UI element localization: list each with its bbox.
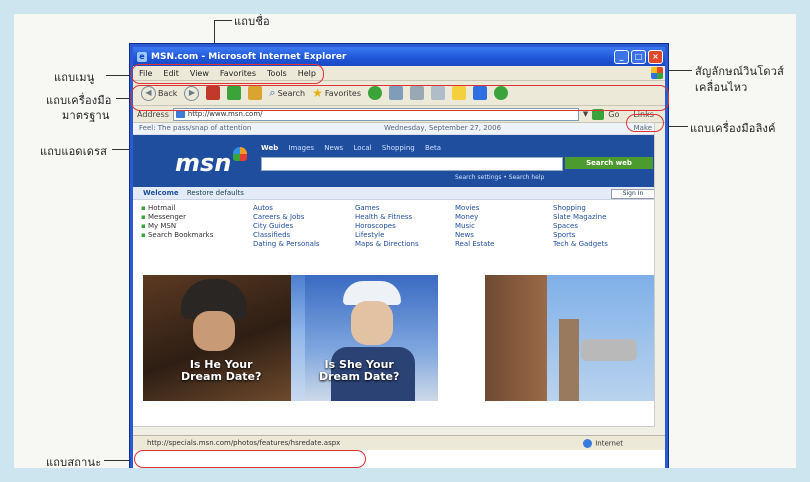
welcome-bar: Welcome Restore defaults Sign In [133, 187, 665, 200]
link-music[interactable]: Music [455, 222, 494, 231]
vertical-scrollbar[interactable] [654, 123, 665, 435]
car-shape [581, 339, 637, 361]
tab-beta[interactable]: Beta [425, 144, 441, 152]
dating-banner[interactable]: Is He Your Dream Date? Is She Your Dream… [143, 275, 438, 401]
callout-title-bar: แถบชื่อ [234, 15, 270, 28]
status-url: http://specials.msn.com/photos/features/… [147, 439, 341, 447]
link-autos[interactable]: Autos [253, 204, 320, 213]
highlight-status-bar [134, 450, 366, 468]
zone-label: Internet [595, 439, 623, 447]
callout-status-bar: แถบสถานะ [46, 456, 102, 469]
link-dating[interactable]: Dating & Personals [253, 240, 320, 249]
channel-column-2: Games Health & Fitness Horoscopes Lifest… [355, 204, 419, 249]
link-my-msn[interactable]: My MSN [141, 222, 213, 231]
minimize-button[interactable]: _ [614, 49, 629, 64]
highlight-standard-toolbar [131, 85, 669, 111]
tab-images[interactable]: Images [288, 144, 314, 152]
search-settings-links[interactable]: Search settings • Search help [455, 174, 544, 181]
msn-info-bar: Feel: The pass/snap of attention Wednesd… [133, 123, 665, 135]
link-spaces[interactable]: Spaces [553, 222, 608, 231]
channel-links: Hotmail Messenger My MSN Search Bookmark… [133, 200, 665, 262]
link-classifieds[interactable]: Classifieds [253, 231, 320, 240]
windows-flag-icon [651, 67, 663, 79]
link-health[interactable]: Health & Fitness [355, 213, 419, 222]
face-shape [351, 301, 393, 345]
city-car-banner[interactable] [485, 275, 657, 401]
callout-line-links [666, 126, 688, 127]
callout-line-title [214, 20, 232, 21]
restore-defaults-link[interactable]: Restore defaults [187, 189, 244, 197]
highlight-menu-bar [131, 64, 324, 84]
close-button[interactable]: × [648, 49, 663, 64]
security-zone: Internet [583, 438, 623, 448]
banner-text-he-line2: Dream Date? [181, 370, 262, 383]
callout-menu-bar: แถบเมนู [54, 71, 95, 84]
channel-column-3: Movies Money Music News Real Estate [455, 204, 494, 249]
callout-line-winlogo [664, 70, 692, 71]
link-careers[interactable]: Careers & Jobs [253, 213, 320, 222]
link-sports[interactable]: Sports [553, 231, 608, 240]
tab-web[interactable]: Web [261, 144, 278, 152]
link-slate[interactable]: Slate Magazine [553, 213, 608, 222]
msn-header: msn Web Images News Local Shopping Beta … [133, 135, 665, 187]
link-games[interactable]: Games [355, 204, 419, 213]
banner-text-she: Is She Your Dream Date? [319, 359, 399, 383]
channel-column-1: Autos Careers & Jobs City Guides Classif… [253, 204, 320, 249]
info-date: Wednesday, September 27, 2006 [383, 124, 502, 132]
link-shopping[interactable]: Shopping [553, 204, 608, 213]
callout-address-bar: แถบแอดเดรส [40, 145, 108, 158]
banner-text-she-line2: Dream Date? [319, 370, 400, 383]
tab-local[interactable]: Local [353, 144, 371, 152]
link-maps[interactable]: Maps & Directions [355, 240, 419, 249]
link-movies[interactable]: Movies [455, 204, 494, 213]
building-shape [485, 275, 547, 401]
link-search-bookmarks[interactable]: Search Bookmarks [141, 231, 213, 240]
channel-column-4: Shopping Slate Magazine Spaces Sports Te… [553, 204, 608, 249]
link-real-estate[interactable]: Real Estate [455, 240, 494, 249]
sign-in-button[interactable]: Sign In [611, 189, 655, 199]
msn-search-input[interactable] [261, 157, 563, 171]
link-messenger[interactable]: Messenger [141, 213, 213, 222]
link-city-guides[interactable]: City Guides [253, 222, 320, 231]
msn-logo[interactable]: msn [175, 149, 231, 177]
link-hotmail[interactable]: Hotmail [141, 204, 213, 213]
address-dropdown-icon[interactable]: ▼ [583, 110, 588, 118]
globe-icon [583, 438, 593, 448]
msn-butterfly-icon [233, 147, 247, 161]
link-news[interactable]: News [455, 231, 494, 240]
services-column: Hotmail Messenger My MSN Search Bookmark… [141, 204, 213, 240]
welcome-text: Welcome [143, 189, 179, 197]
tower-shape [559, 319, 579, 401]
callout-windows-logo-2: เคลื่อนไหว [695, 81, 748, 94]
page-content: Feel: The pass/snap of attention Wednesd… [133, 123, 665, 435]
search-tabs: Web Images News Local Shopping Beta [261, 144, 449, 152]
banner-text-he: Is He Your Dream Date? [181, 359, 261, 383]
banner-area: Is He Your Dream Date? Is She Your Dream… [143, 275, 657, 401]
ie-logo-icon: e [137, 51, 147, 62]
link-lifestyle[interactable]: Lifestyle [355, 231, 419, 240]
link-tech[interactable]: Tech & Gadgets [553, 240, 608, 249]
tab-news[interactable]: News [324, 144, 343, 152]
link-horoscopes[interactable]: Horoscopes [355, 222, 419, 231]
status-bar: http://specials.msn.com/photos/features/… [133, 435, 665, 450]
info-left[interactable]: Feel: The pass/snap of attention [139, 123, 251, 134]
horizontal-scrollbar[interactable] [133, 426, 655, 435]
callout-links-toolbar: แถบเครื่องมือลิงค์ [690, 122, 776, 135]
highlight-links-toolbar [626, 114, 664, 132]
callout-standard-toolbar-2: มาตรฐาน [62, 109, 110, 122]
face-shape [193, 311, 235, 351]
tab-shopping[interactable]: Shopping [382, 144, 415, 152]
maximize-button[interactable]: □ [631, 49, 646, 64]
window-title: MSN.com - Microsoft Internet Explorer [151, 51, 347, 62]
msn-search-button[interactable]: Search web [565, 157, 653, 169]
link-money[interactable]: Money [455, 213, 494, 222]
